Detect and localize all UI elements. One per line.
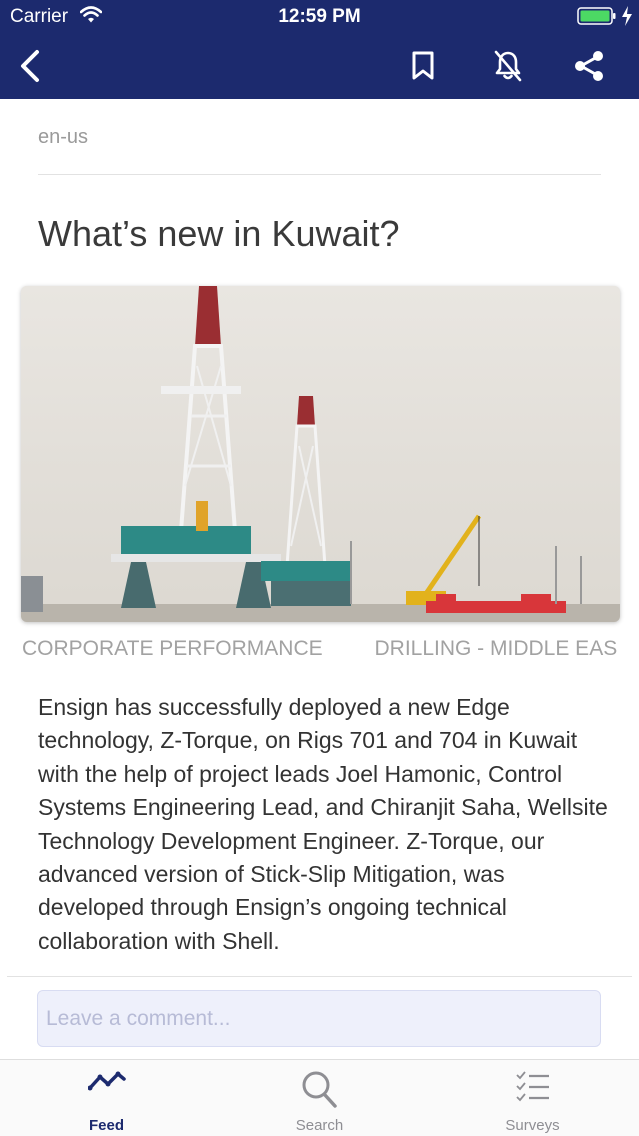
tab-feed[interactable]: Feed <box>0 1060 213 1136</box>
share-button[interactable] <box>567 44 611 88</box>
locale-label: en-us <box>38 126 89 148</box>
tab-search[interactable]: Search <box>213 1060 426 1136</box>
tag-label[interactable]: DRILLING - MIDDLE EAS <box>374 635 617 663</box>
tag-label[interactable]: CORPORATE PERFORMANCE <box>22 635 323 663</box>
activity-icon <box>87 1071 126 1091</box>
bookmark-icon <box>412 51 434 80</box>
tab-bar: Feed Search Surveys <box>0 1059 639 1136</box>
app-screen: Carrier 12:59 PM en-us What’s new in Kuw… <box>0 0 639 1136</box>
article-body: Ensign has successfully deployed a new E… <box>38 694 608 954</box>
article-hero-image <box>21 286 620 622</box>
checklist-icon <box>515 1071 549 1102</box>
bookmark-button[interactable] <box>401 44 445 88</box>
tab-feed-label: Feed <box>88 1117 124 1134</box>
bell-off-icon <box>494 50 522 82</box>
mute-notifications-button[interactable] <box>486 44 530 88</box>
battery-icon <box>577 7 616 25</box>
status-time: 12:59 PM <box>278 6 361 27</box>
status-bar: Carrier 12:59 PM <box>0 0 639 36</box>
article-tags: CORPORATE PERFORMANCE DRILLING - MIDDLE … <box>22 635 634 665</box>
back-button[interactable] <box>8 44 52 88</box>
search-icon <box>302 1071 337 1108</box>
share-icon <box>575 51 603 81</box>
tab-surveys-label: Surveys <box>505 1117 560 1134</box>
back-chevron-icon <box>21 50 39 82</box>
divider <box>7 976 632 977</box>
divider <box>38 174 601 175</box>
article-content: en-us What’s new in Kuwait? CORPORATE PE… <box>0 99 639 1059</box>
tab-search-label: Search <box>295 1117 344 1134</box>
article-title: What’s new in Kuwait? <box>38 213 400 254</box>
charging-bolt-icon <box>622 6 632 26</box>
drilling-rigs-illustration <box>21 286 620 622</box>
header: Carrier 12:59 PM <box>0 0 639 99</box>
tab-surveys[interactable]: Surveys <box>426 1060 639 1136</box>
comment-input[interactable] <box>37 990 601 1047</box>
